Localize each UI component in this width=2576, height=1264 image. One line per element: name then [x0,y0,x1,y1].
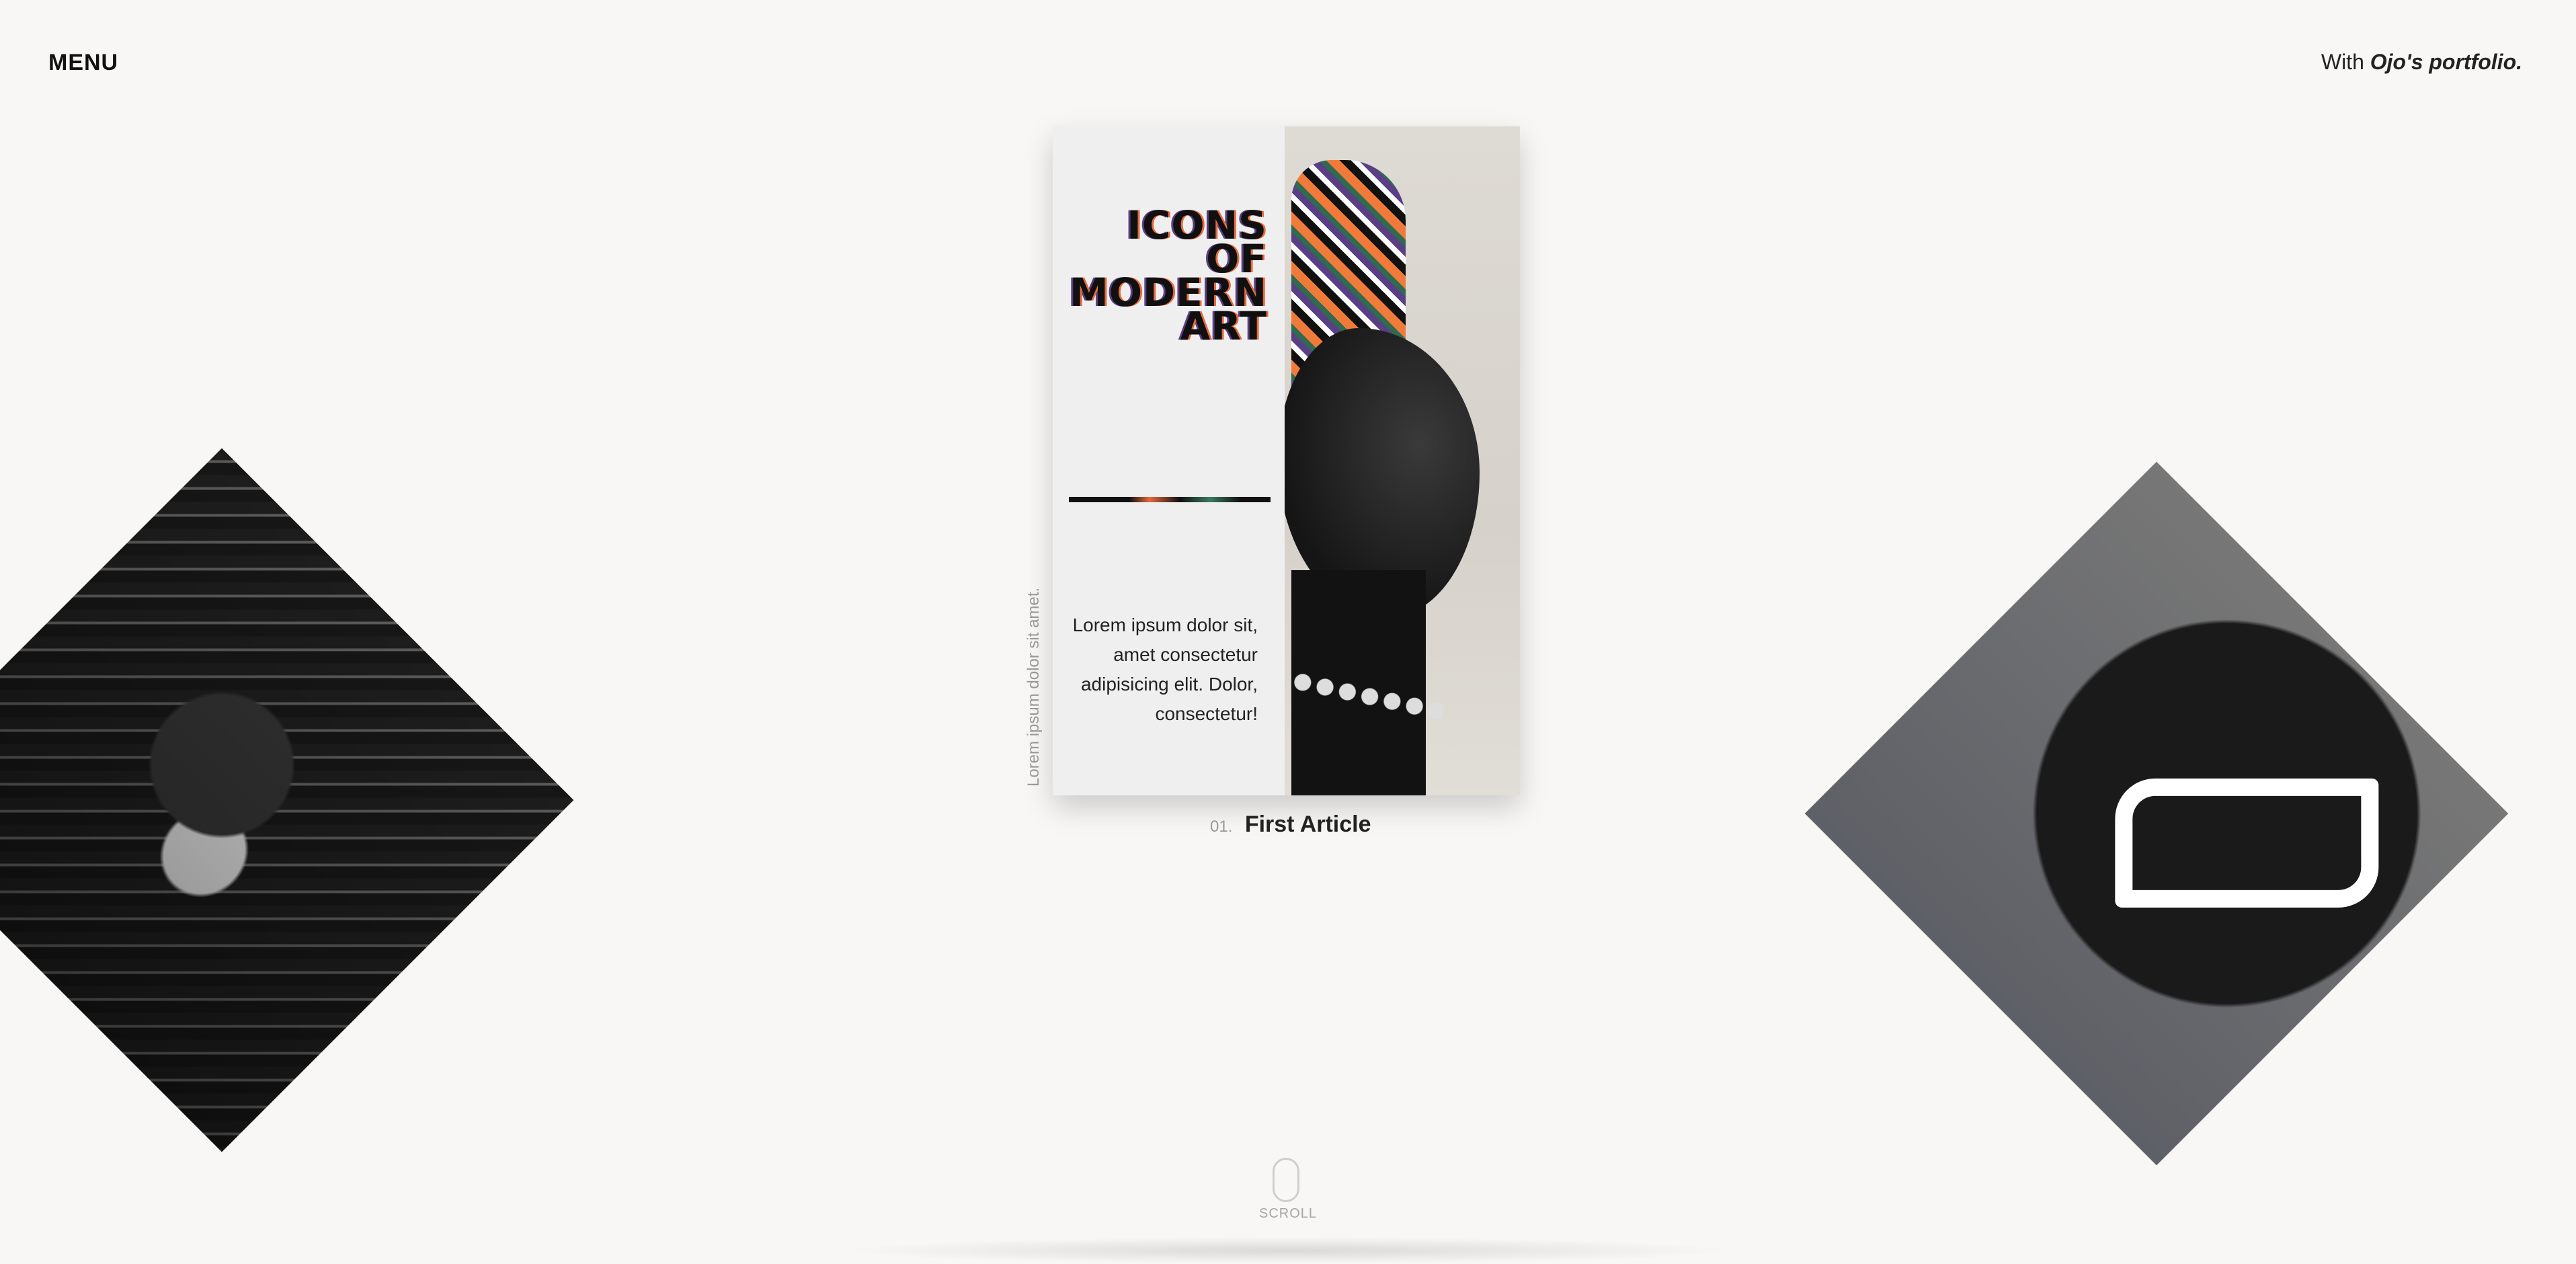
portrait [1285,126,1520,795]
left-image-overlay [0,448,574,1152]
mouse-scroll-icon [1273,1158,1299,1202]
credit-prefix: With [2321,50,2364,74]
card-description: Lorem ipsum dolor sit, amet consectetur … [1072,615,1258,724]
card-divider [1069,497,1271,502]
menu-button[interactable]: MENU [48,50,118,76]
scroll-indicator[interactable]: SCROLL [1259,1158,1318,1222]
article-label[interactable]: 01. First Article [1210,812,1371,838]
card-text-panel: ICONS OF MODERN ART Lorem ipsum dolor si… [1053,126,1285,795]
vertical-caption: Lorem ipsum dolor sit amet. [1024,587,1043,787]
scroll-label: SCROLL [1259,1206,1318,1221]
article-card[interactable]: ICONS OF MODERN ART Lorem ipsum dolor si… [1053,126,1520,795]
card-portrait-image [1285,126,1520,795]
credit-name[interactable]: Ojo's portfolio. [2370,50,2522,74]
left-diamond-image[interactable] [0,448,574,1152]
bottom-card-shadow [840,1237,1734,1264]
article-title[interactable]: First Article [1245,812,1371,837]
card-title: ICONS OF MODERN ART [1053,206,1267,346]
sunglasses-shape [2115,778,2379,908]
portfolio-credit: With Ojo's portfolio. [2321,50,2522,75]
right-diamond-image[interactable] [1804,461,2509,1166]
article-number: 01. [1210,818,1233,836]
